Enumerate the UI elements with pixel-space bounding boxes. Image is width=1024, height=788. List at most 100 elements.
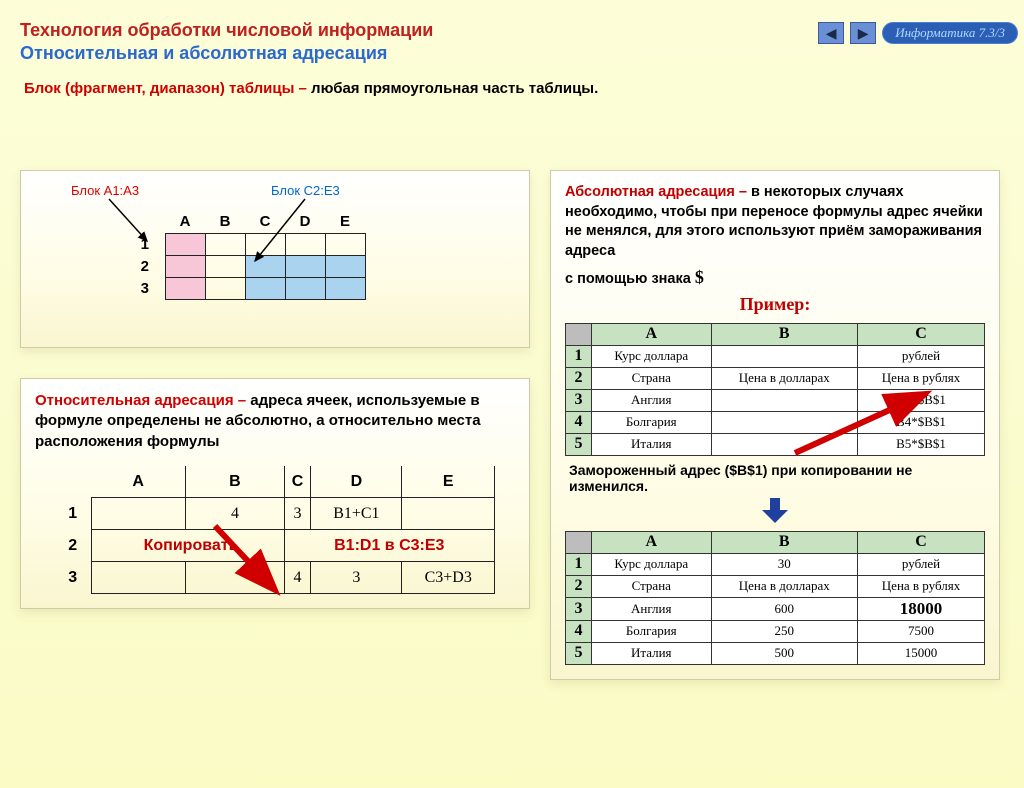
example-sheet-formulas: A B C 1 Курс доллара рублей 2 Страна Цен… [565,323,985,456]
example-sheet-values: A B C 1 Курс доллара 30 рублей 2 Страна … [565,531,985,665]
row-header: 4 [566,411,592,433]
frozen-note: Замороженный адрес ($B$1) при копировани… [569,462,981,494]
down-arrow-icon [760,498,790,524]
cell: Англия [592,597,712,620]
rel-term: Относительная адресация – [35,392,246,409]
cell: 4 [186,498,284,530]
cell: 18000 [858,597,985,620]
col-header: C [858,323,985,345]
abs-term: Абсолютная адресация – [565,184,747,200]
cell: 250 [711,620,858,642]
row-header: 1 [566,553,592,575]
label-block-c2e3: Блок C2:E3 [271,183,340,198]
col-header: A [165,211,205,233]
nav-controls: ◀ ▶ Информатика 7.3/3 [818,22,1018,44]
col-header: B [711,531,858,553]
cell: 7500 [858,620,985,642]
row-header: 1 [55,498,91,530]
row-header: 3 [566,597,592,620]
nav-next-button[interactable]: ▶ [850,22,876,44]
cell: B1+C1 [311,498,402,530]
cell: B5*$B$1 [858,433,985,455]
col-header: B [205,211,245,233]
cell: Италия [592,433,712,455]
nav-prev-button[interactable]: ◀ [818,22,844,44]
range-grid: A B C D E 1 2 3 [125,211,366,300]
col-header: B [186,466,284,498]
cell: 500 [711,642,858,664]
cell: Страна [592,575,712,597]
cell [91,562,186,594]
panel-block-illustration: Блок A1:A3 Блок C2:E3 A B C D E 1 2 3 [20,170,530,348]
cell: 30 [711,553,858,575]
col-header: B [711,323,858,345]
cell [186,562,284,594]
cell: Цена в долларах [711,575,858,597]
cell: рублей [858,553,985,575]
cell: 3 [284,498,311,530]
cell: 15000 [858,642,985,664]
col-header: E [402,466,495,498]
relative-grid: A B C D E 1 4 3 B1+C1 2 Копировать [55,466,495,595]
col-header: A [592,531,712,553]
col-header: A [592,323,712,345]
row-header: 2 [125,255,165,277]
row-header: 3 [566,389,592,411]
absolute-tail: с помощью знака $ [565,265,985,290]
cell: рублей [858,345,985,367]
col-header: D [285,211,325,233]
cell: Италия [592,642,712,664]
dollar-sign: $ [695,267,704,287]
row-header: 4 [566,620,592,642]
defn-term: Блок (фрагмент, диапазон) таблицы – [24,80,307,97]
cell [711,345,858,367]
cell [711,389,858,411]
row-header: 2 [55,530,91,562]
row-header: 5 [566,433,592,455]
cell: C3+D3 [402,562,495,594]
panel-absolute-addressing: Абсолютная адресация – в некоторых случа… [550,170,1000,680]
relative-definition: Относительная адресация – адреса ячеек, … [35,391,515,452]
abs-tail: с помощью знака [565,271,695,287]
copy-range-label: B1:D1 в C3:E3 [284,530,494,562]
cell: Цена в долларах [711,367,858,389]
cell [711,411,858,433]
cell: Курс доллара [592,345,712,367]
col-header: A [91,466,186,498]
col-header: C [284,466,311,498]
cell: Болгария [592,620,712,642]
cell: Страна [592,367,712,389]
row-header: 1 [125,233,165,255]
copy-label: Копировать [91,530,284,562]
defn-rest: любая прямоугольная часть таблицы. [307,80,598,97]
label-block-a1a3: Блок A1:A3 [71,183,139,198]
row-header: 3 [55,562,91,594]
col-header: D [311,466,402,498]
row-header: 3 [125,277,165,299]
cell: Цена в рублях [858,575,985,597]
row-header: 5 [566,642,592,664]
block-definition: Блок (фрагмент, диапазон) таблицы – люба… [24,80,1024,97]
cell: Курс доллара [592,553,712,575]
cell: B3*$B$1 [858,389,985,411]
cell: 4 [284,562,311,594]
cell: Цена в рублях [858,367,985,389]
cell [91,498,186,530]
row-header: 2 [566,575,592,597]
cell [402,498,495,530]
col-header: E [325,211,365,233]
cell: Англия [592,389,712,411]
cell: 600 [711,597,858,620]
col-header: C [245,211,285,233]
cell: Болгария [592,411,712,433]
example-heading: Пример: [565,294,985,315]
cell [711,433,858,455]
course-badge: Информатика 7.3/3 [882,22,1018,44]
panel-relative-addressing: Относительная адресация – адреса ячеек, … [20,378,530,609]
col-header: C [858,531,985,553]
absolute-definition: Абсолютная адресация – в некоторых случа… [565,183,985,261]
row-header: 2 [566,367,592,389]
row-header: 1 [566,345,592,367]
cell: B4*$B$1 [858,411,985,433]
title-line2: Относительная и абсолютная адресация [20,43,1024,64]
